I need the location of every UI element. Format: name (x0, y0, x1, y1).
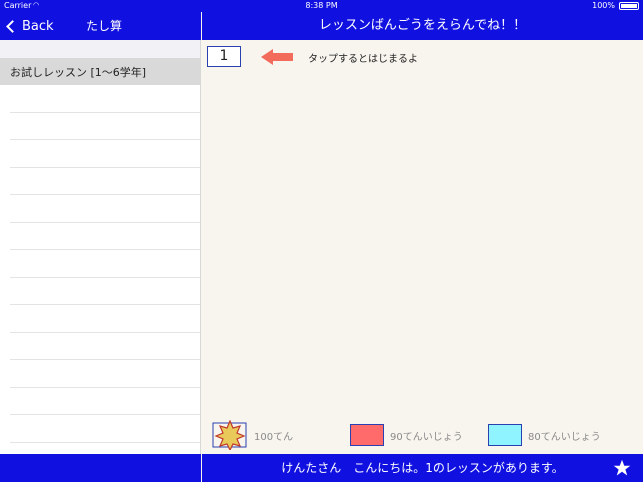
list-row-empty (10, 113, 200, 140)
star-icon[interactable] (613, 459, 631, 477)
chevron-left-icon (6, 19, 19, 33)
tap-hint: タップするとはじまるよ (308, 54, 418, 65)
sidebar-footer (0, 454, 201, 482)
sidebar-nav-bar: Back たし算 (0, 12, 201, 40)
list-row-empty (10, 333, 200, 360)
page-title: レッスンばんごうをえらんでね！！ (202, 12, 643, 40)
sidebar-title: たし算 (86, 19, 123, 33)
list-row-empty (10, 388, 200, 415)
list-row-empty (10, 140, 200, 168)
legend-label: 80てんいじょう (528, 431, 601, 443)
lesson-number-button[interactable]: 1 (207, 46, 241, 67)
clock: 8:38 PM (305, 1, 338, 10)
gold-medal-icon (212, 420, 247, 450)
legend-label: 100てん (254, 431, 294, 443)
status-bar: Carrier ◠ 8:38 PM 100% (0, 0, 643, 12)
legend-swatch-cyan (488, 424, 522, 446)
legend-100: 100てん (212, 420, 294, 450)
list-item-trial-lesson[interactable]: お試しレッスン [1〜6学年] (0, 58, 200, 85)
back-label: Back (22, 18, 54, 34)
list-row-empty (10, 223, 200, 250)
list-row-empty (10, 415, 200, 443)
legend-swatch-red (350, 424, 384, 446)
legend-90: 90てんいじょう (350, 422, 463, 448)
legend-80: 80てんいじょう (488, 422, 601, 448)
list-header-gap (0, 40, 200, 58)
battery-icon (619, 2, 639, 10)
lesson-list: お試しレッスン [1〜6学年] (0, 40, 201, 454)
list-row-empty (10, 278, 200, 305)
legend-label: 90てんいじょう (390, 431, 463, 443)
list-row-empty (10, 168, 200, 195)
list-row-empty (10, 360, 200, 388)
back-button[interactable]: Back (4, 12, 54, 40)
list-row-empty (10, 305, 200, 333)
footer-message: けんたさん こんにちは。1のレッスンがあります。 (202, 454, 643, 482)
list-row-empty (10, 195, 200, 223)
list-row-empty (10, 85, 200, 113)
list-row-empty (10, 250, 200, 278)
arrow-left-icon (261, 49, 293, 65)
battery-percent: 100% (592, 1, 615, 10)
